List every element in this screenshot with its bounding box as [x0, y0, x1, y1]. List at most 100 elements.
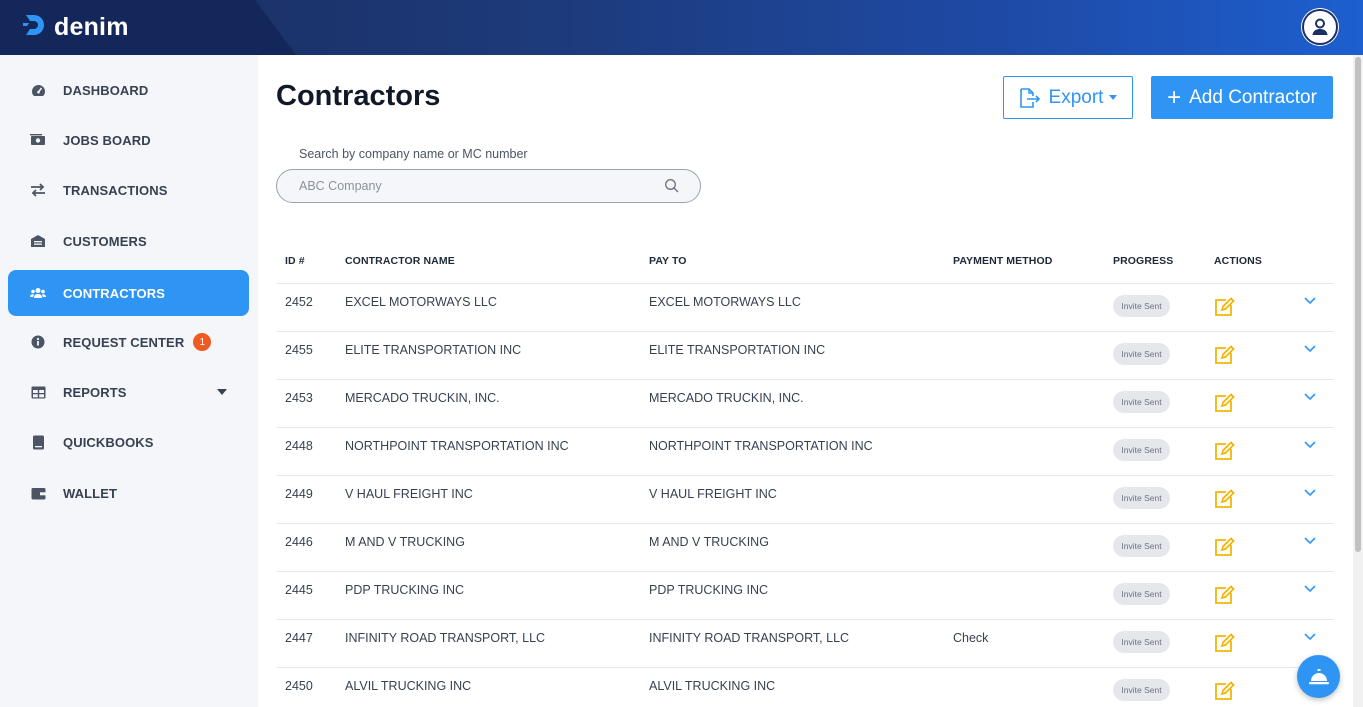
status-badge: Invite Sent — [1113, 679, 1170, 701]
cell-id: 2450 — [285, 679, 313, 693]
cell-id: 2447 — [285, 631, 313, 645]
add-contractor-label: Add Contractor — [1189, 86, 1317, 108]
sidebar-item-dashboard[interactable]: DASHBOARD — [8, 67, 249, 113]
table-row: 2450 ALVIL TRUCKING INC ALVIL TRUCKING I… — [276, 667, 1334, 707]
top-bar: denim — [0, 0, 1363, 55]
cell-contractor-name: INFINITY ROAD TRANSPORT, LLC — [345, 631, 546, 645]
cell-pay-to: ALVIL TRUCKING INC — [649, 679, 776, 693]
user-avatar-button[interactable] — [1302, 9, 1338, 45]
status-badge: Invite Sent — [1113, 631, 1170, 653]
status-badge: Invite Sent — [1113, 535, 1170, 557]
status-badge: Invite Sent — [1113, 343, 1170, 365]
cell-contractor-name: V HAUL FREIGHT INC — [345, 487, 473, 501]
sidebar-item-reports[interactable]: REPORTS — [8, 369, 249, 415]
edit-icon[interactable] — [1213, 680, 1235, 702]
cell-pay-to: EXCEL MOTORWAYS LLC — [649, 295, 801, 309]
page-title: Contractors — [276, 80, 441, 112]
edit-icon[interactable] — [1213, 344, 1235, 366]
cell-contractor-name: M AND V TRUCKING — [345, 535, 465, 549]
sidebar: DASHBOARD JOBS BOARD TRANSACTIONS CUSTOM… — [0, 55, 258, 707]
cell-payment-method: Check — [953, 631, 989, 645]
wallet-icon — [30, 485, 46, 501]
chevron-down-icon[interactable] — [1302, 582, 1318, 596]
edit-icon[interactable] — [1213, 584, 1235, 606]
chevron-down-icon[interactable] — [1302, 534, 1318, 548]
cell-pay-to: NORTHPOINT TRANSPORTATION INC — [649, 439, 873, 453]
cell-id: 2449 — [285, 487, 313, 501]
scrollbar-thumb[interactable] — [1355, 57, 1361, 552]
sidebar-item-transactions[interactable]: TRANSACTIONS — [8, 167, 249, 213]
cell-contractor-name: ALVIL TRUCKING INC — [345, 679, 472, 693]
user-icon — [1312, 18, 1328, 35]
edit-icon[interactable] — [1213, 536, 1235, 558]
status-badge: Invite Sent — [1113, 583, 1170, 605]
cell-pay-to: V HAUL FREIGHT INC — [649, 487, 777, 501]
plus-icon: + — [1167, 83, 1182, 111]
sidebar-item-label: REPORTS — [63, 384, 127, 400]
cell-id: 2446 — [285, 535, 313, 549]
sidebar-item-contractors[interactable]: CONTRACTORS — [8, 270, 249, 316]
cell-id: 2455 — [285, 343, 313, 357]
table-row: 2455 ELITE TRANSPORTATION INC ELITE TRAN… — [276, 331, 1334, 379]
edit-icon[interactable] — [1213, 488, 1235, 510]
sidebar-item-label: QUICKBOOKS — [63, 434, 154, 450]
cell-contractor-name: ELITE TRANSPORTATION INC — [345, 343, 522, 357]
concierge-bell-icon — [1308, 668, 1329, 684]
chevron-down-icon[interactable] — [1302, 438, 1318, 452]
sidebar-item-request-center[interactable]: REQUEST CENTER 1 — [8, 319, 249, 365]
sidebar-item-label: CONTRACTORS — [63, 285, 165, 301]
cell-id: 2445 — [285, 583, 313, 597]
cell-contractor-name: MERCADO TRUCKIN, INC. — [345, 391, 500, 405]
cell-pay-to: PDP TRUCKING INC — [649, 583, 769, 597]
search-icon[interactable] — [664, 178, 680, 194]
chevron-down-icon[interactable] — [1302, 486, 1318, 500]
sidebar-item-label: REQUEST CENTER — [63, 334, 185, 350]
sidebar-item-label: WALLET — [63, 485, 118, 501]
sidebar-item-quickbooks[interactable]: QUICKBOOKS — [8, 419, 249, 465]
edit-icon[interactable] — [1213, 440, 1235, 462]
table-row: 2447 INFINITY ROAD TRANSPORT, LLC INFINI… — [276, 619, 1334, 667]
export-button[interactable]: Export — [1003, 76, 1133, 119]
table-row: 2448 NORTHPOINT TRANSPORTATION INC NORTH… — [276, 427, 1334, 475]
edit-icon[interactable] — [1213, 632, 1235, 654]
cell-contractor-name: EXCEL MOTORWAYS LLC — [345, 295, 497, 309]
cell-pay-to: INFINITY ROAD TRANSPORT, LLC — [649, 631, 850, 645]
column-header-progress: PROGRESS — [1113, 255, 1174, 267]
cell-contractor-name: PDP TRUCKING INC — [345, 583, 465, 597]
column-header-id: ID # — [285, 255, 305, 267]
status-badge: Invite Sent — [1113, 439, 1170, 461]
edit-icon[interactable] — [1213, 392, 1235, 414]
money-icon — [30, 132, 46, 148]
brand-name: denim — [54, 12, 129, 41]
brand-logo[interactable]: denim — [22, 12, 129, 42]
chevron-down-icon[interactable] — [1302, 630, 1318, 644]
export-label: Export — [1048, 86, 1104, 108]
status-badge: Invite Sent — [1113, 295, 1170, 317]
cell-id: 2453 — [285, 391, 313, 405]
column-header-actions: ACTIONS — [1214, 255, 1262, 267]
column-header-payment-method: PAYMENT METHOD — [953, 255, 1053, 267]
chevron-down-icon[interactable] — [1302, 294, 1318, 308]
table-row: 2453 MERCADO TRUCKIN, INC. MERCADO TRUCK… — [276, 379, 1334, 427]
users-icon — [30, 285, 46, 301]
sidebar-item-label: DASHBOARD — [63, 82, 149, 98]
cell-pay-to: ELITE TRANSPORTATION INC — [649, 343, 826, 357]
search-field — [276, 169, 701, 203]
chevron-down-icon[interactable] — [1302, 342, 1318, 356]
sidebar-item-jobs-board[interactable]: JOBS BOARD — [8, 117, 249, 163]
edit-icon[interactable] — [1213, 296, 1235, 318]
search-input[interactable] — [299, 170, 659, 202]
chevron-down-icon[interactable] — [1302, 390, 1318, 404]
table-row: 2445 PDP TRUCKING INC PDP TRUCKING INC I… — [276, 571, 1334, 619]
table-row: 2452 EXCEL MOTORWAYS LLC EXCEL MOTORWAYS… — [276, 283, 1334, 331]
chevron-down-icon — [217, 389, 227, 395]
sidebar-item-wallet[interactable]: WALLET — [8, 470, 249, 516]
help-button[interactable] — [1297, 655, 1340, 698]
status-badge: Invite Sent — [1113, 487, 1170, 509]
book-icon — [30, 434, 46, 450]
column-header-contractor-name: CONTRACTOR NAME — [345, 255, 455, 267]
add-contractor-button[interactable]: + Add Contractor — [1151, 76, 1333, 119]
search-label: Search by company name or MC number — [299, 147, 528, 161]
cell-id: 2452 — [285, 295, 313, 309]
sidebar-item-customers[interactable]: CUSTOMERS — [8, 218, 249, 264]
